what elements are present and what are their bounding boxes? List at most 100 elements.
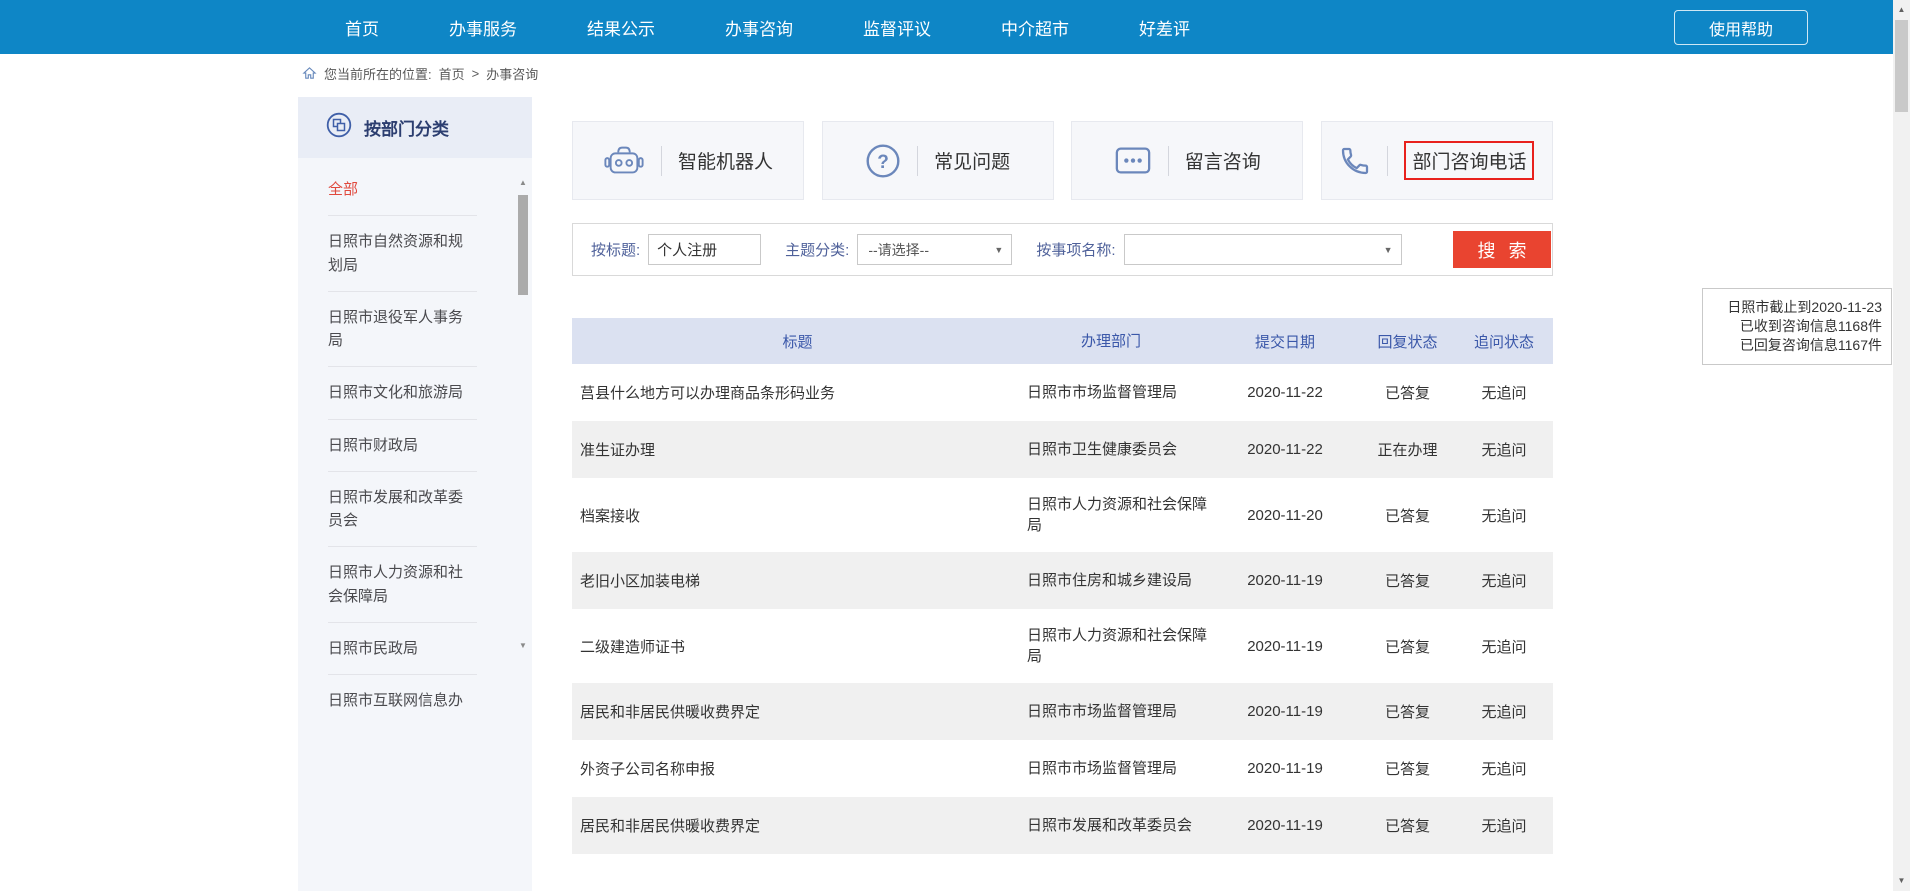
nav-item-results[interactable]: 结果公示 [587, 15, 655, 40]
breadcrumb-current[interactable]: 办事咨询 [486, 64, 538, 83]
help-button[interactable]: 使用帮助 [1674, 10, 1808, 45]
svg-text:?: ? [877, 152, 889, 173]
sidebar-header: 按部门分类 [298, 97, 532, 158]
tab-label-phone-directory-highlighted: 部门咨询电话 [1404, 141, 1534, 180]
sidebar-item-all[interactable]: 全部 [328, 164, 477, 216]
nav-item-consultation[interactable]: 办事咨询 [725, 15, 793, 40]
row-followup-status: 无追问 [1455, 701, 1553, 722]
sidebar-item-natural-resources[interactable]: 日照市自然资源和规划局 [328, 216, 477, 292]
table-row: 档案接收 日照市人力资源和社会保障局 2020-11-20 已答复 无追问 [572, 478, 1553, 552]
sidebar-scroll-up-icon[interactable]: ▲ [516, 177, 530, 189]
search-category-value: --请选择-- [868, 240, 929, 260]
scroll-up-icon[interactable]: ▲ [1893, 2, 1910, 18]
table-row: 莒县什么地方可以办理商品条形码业务 日照市市场监督管理局 2020-11-22 … [572, 364, 1553, 421]
row-followup-status: 无追问 [1455, 382, 1553, 403]
row-department: 日照市卫生健康委员会 [1015, 439, 1210, 460]
sidebar-department-list: 全部 日照市自然资源和规划局 日照市退役军人事务局 日照市文化和旅游局 日照市财… [298, 158, 532, 726]
row-title-link[interactable]: 档案接收 [572, 505, 1015, 526]
chevron-down-icon: ▼ [1384, 245, 1393, 255]
row-title-link[interactable]: 居民和非居民供暖收费界定 [572, 815, 1015, 836]
sidebar-item-civil-affairs[interactable]: 日照市民政局 [328, 623, 477, 675]
search-item-select[interactable]: ▼ [1124, 234, 1402, 265]
tab-label-faq: 常见问题 [934, 147, 1010, 174]
row-date: 2020-11-19 [1210, 703, 1360, 720]
search-title-input[interactable] [648, 234, 761, 265]
tab-faq[interactable]: ? 常见问题 [822, 121, 1054, 200]
tab-phone-directory[interactable]: 部门咨询电话 [1321, 121, 1553, 200]
table-row: 老旧小区加装电梯 日照市住房和城乡建设局 2020-11-19 已答复 无追问 [572, 552, 1553, 609]
consultation-table: 标题 办理部门 提交日期 回复状态 追问状态 莒县什么地方可以办理商品条形码业务… [572, 318, 1553, 854]
row-date: 2020-11-19 [1210, 817, 1360, 834]
chevron-down-icon: ▼ [994, 245, 1003, 255]
row-followup-status: 无追问 [1455, 439, 1553, 460]
row-reply-status: 已答复 [1360, 636, 1455, 657]
table-header-date: 提交日期 [1210, 331, 1360, 352]
row-title-link[interactable]: 老旧小区加装电梯 [572, 570, 1015, 591]
search-category-select[interactable]: --请选择-- ▼ [857, 234, 1012, 265]
row-department: 日照市发展和改革委员会 [1015, 815, 1210, 836]
row-date: 2020-11-19 [1210, 760, 1360, 777]
phone-icon [1339, 145, 1371, 177]
table-header-followup-status: 追问状态 [1455, 331, 1553, 352]
page-scrollbar-thumb[interactable] [1895, 20, 1908, 112]
nav-item-services[interactable]: 办事服务 [449, 15, 517, 40]
row-followup-status: 无追问 [1455, 815, 1553, 836]
sidebar-scroll-down-icon[interactable]: ▼ [516, 640, 530, 652]
row-followup-status: 无追问 [1455, 570, 1553, 591]
row-title-link[interactable]: 莒县什么地方可以办理商品条形码业务 [572, 382, 1015, 403]
row-title-link[interactable]: 准生证办理 [572, 439, 1015, 460]
sidebar-scrollbar[interactable]: ▲ ▼ [516, 177, 530, 652]
stats-line-replied: 已回复咨询信息1167件 [1712, 336, 1882, 355]
table-row: 准生证办理 日照市卫生健康委员会 2020-11-22 正在办理 无追问 [572, 421, 1553, 478]
table-header-reply-status: 回复状态 [1360, 331, 1455, 352]
row-followup-status: 无追问 [1455, 758, 1553, 779]
tab-label-message-consult: 留言咨询 [1185, 147, 1261, 174]
breadcrumb-prefix: 您当前所在的位置: [324, 64, 432, 83]
page-scrollbar[interactable]: ▲ ▼ [1893, 0, 1910, 891]
breadcrumb-separator: > [472, 66, 480, 81]
breadcrumb: 您当前所在的位置: 首页 > 办事咨询 [302, 64, 538, 83]
search-panel: 按标题: 主题分类: --请选择-- ▼ 按事项名称: ▼ 搜 索 [572, 223, 1553, 276]
home-icon [302, 66, 317, 81]
table-header-title: 标题 [572, 331, 1015, 352]
department-sidebar: 按部门分类 全部 日照市自然资源和规划局 日照市退役军人事务局 日照市文化和旅游… [298, 97, 532, 891]
nav-item-rating[interactable]: 好差评 [1139, 15, 1190, 40]
row-title-link[interactable]: 外资子公司名称申报 [572, 758, 1015, 779]
row-date: 2020-11-20 [1210, 507, 1360, 524]
row-department: 日照市人力资源和社会保障局 [1015, 625, 1210, 667]
scroll-down-icon[interactable]: ▼ [1893, 873, 1910, 889]
row-followup-status: 无追问 [1455, 505, 1553, 526]
table-row: 外资子公司名称申报 日照市市场监督管理局 2020-11-19 已答复 无追问 [572, 740, 1553, 797]
row-department: 日照市住房和城乡建设局 [1015, 570, 1210, 591]
nav-item-supervision[interactable]: 监督评议 [863, 15, 931, 40]
tab-label-smart-robot: 智能机器人 [678, 147, 773, 174]
row-reply-status: 已答复 [1360, 570, 1455, 591]
row-title-link[interactable]: 居民和非居民供暖收费界定 [572, 701, 1015, 722]
sidebar-item-finance[interactable]: 日照市财政局 [328, 420, 477, 472]
sidebar-item-veterans-affairs[interactable]: 日照市退役军人事务局 [328, 292, 477, 368]
row-date: 2020-11-22 [1210, 441, 1360, 458]
row-reply-status: 已答复 [1360, 505, 1455, 526]
table-header-row: 标题 办理部门 提交日期 回复状态 追问状态 [572, 318, 1553, 364]
search-category-label: 主题分类: [785, 239, 849, 260]
sidebar-item-development-reform[interactable]: 日照市发展和改革委员会 [328, 472, 477, 548]
tab-smart-robot[interactable]: 智能机器人 [572, 121, 804, 200]
top-navbar: 首页 办事服务 结果公示 办事咨询 监督评议 中介超市 好差评 使用帮助 [0, 0, 1893, 54]
sidebar-item-culture-tourism[interactable]: 日照市文化和旅游局 [328, 367, 477, 419]
nav-item-agency-market[interactable]: 中介超市 [1001, 15, 1069, 40]
nav-item-home[interactable]: 首页 [345, 15, 379, 40]
sidebar-item-internet-info[interactable]: 日照市互联网信息办 [328, 675, 477, 726]
sidebar-scrollbar-thumb[interactable] [518, 195, 528, 295]
sidebar-title: 按部门分类 [364, 115, 449, 140]
row-title-link[interactable]: 二级建造师证书 [572, 636, 1015, 657]
search-button[interactable]: 搜 索 [1453, 231, 1551, 268]
category-circle-icon [326, 112, 352, 143]
table-body: 莒县什么地方可以办理商品条形码业务 日照市市场监督管理局 2020-11-22 … [572, 364, 1553, 854]
row-date: 2020-11-19 [1210, 572, 1360, 589]
row-reply-status: 正在办理 [1360, 439, 1455, 460]
tab-message-consult[interactable]: 留言咨询 [1071, 121, 1303, 200]
sidebar-item-human-resources[interactable]: 日照市人力资源和社会保障局 [328, 547, 477, 623]
breadcrumb-home-link[interactable]: 首页 [439, 64, 465, 83]
row-date: 2020-11-22 [1210, 384, 1360, 401]
table-header-department: 办理部门 [1015, 331, 1210, 352]
